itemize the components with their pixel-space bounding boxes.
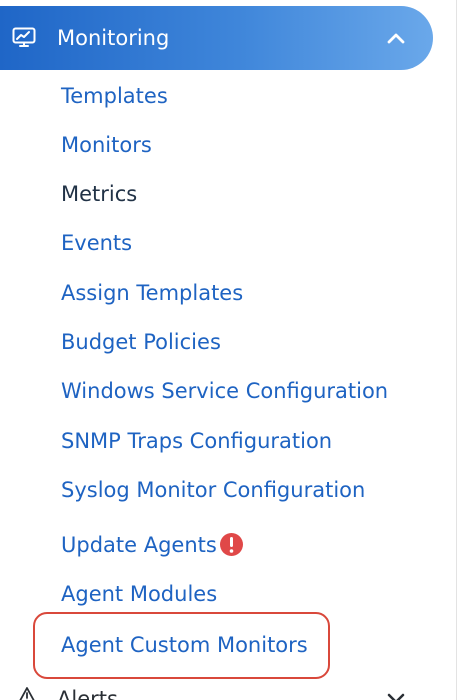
sidebar-divider xyxy=(456,0,457,700)
alert-circle-icon xyxy=(220,533,243,556)
nav-item-update-agents[interactable]: Update Agents xyxy=(61,530,243,560)
nav-item-snmp-traps-configuration[interactable]: SNMP Traps Configuration xyxy=(61,426,332,456)
nav-item-agent-modules[interactable]: Agent Modules xyxy=(61,579,217,609)
chevron-down-icon[interactable] xyxy=(386,692,406,700)
monitoring-nav-list: Templates Monitors Metrics Events Assign… xyxy=(0,0,456,700)
section-title: Alerts xyxy=(57,687,118,700)
sidebar-panel: Monitoring Templates Monitors Metrics Ev… xyxy=(0,0,474,700)
warning-triangle-icon xyxy=(19,687,35,700)
nav-item-syslog-monitor-configuration[interactable]: Syslog Monitor Configuration xyxy=(61,475,365,505)
nav-item-metrics[interactable]: Metrics xyxy=(61,179,137,209)
alerts-section-header[interactable]: Alerts xyxy=(0,684,456,700)
nav-item-budget-policies[interactable]: Budget Policies xyxy=(61,327,221,357)
nav-item-assign-templates[interactable]: Assign Templates xyxy=(61,278,243,308)
nav-item-label: Update Agents xyxy=(61,533,217,557)
nav-item-templates[interactable]: Templates xyxy=(61,81,168,111)
nav-item-events[interactable]: Events xyxy=(61,228,132,258)
nav-item-monitors[interactable]: Monitors xyxy=(61,130,152,160)
nav-item-agent-custom-monitors[interactable]: Agent Custom Monitors xyxy=(61,630,308,660)
nav-item-windows-service-configuration[interactable]: Windows Service Configuration xyxy=(61,376,388,406)
